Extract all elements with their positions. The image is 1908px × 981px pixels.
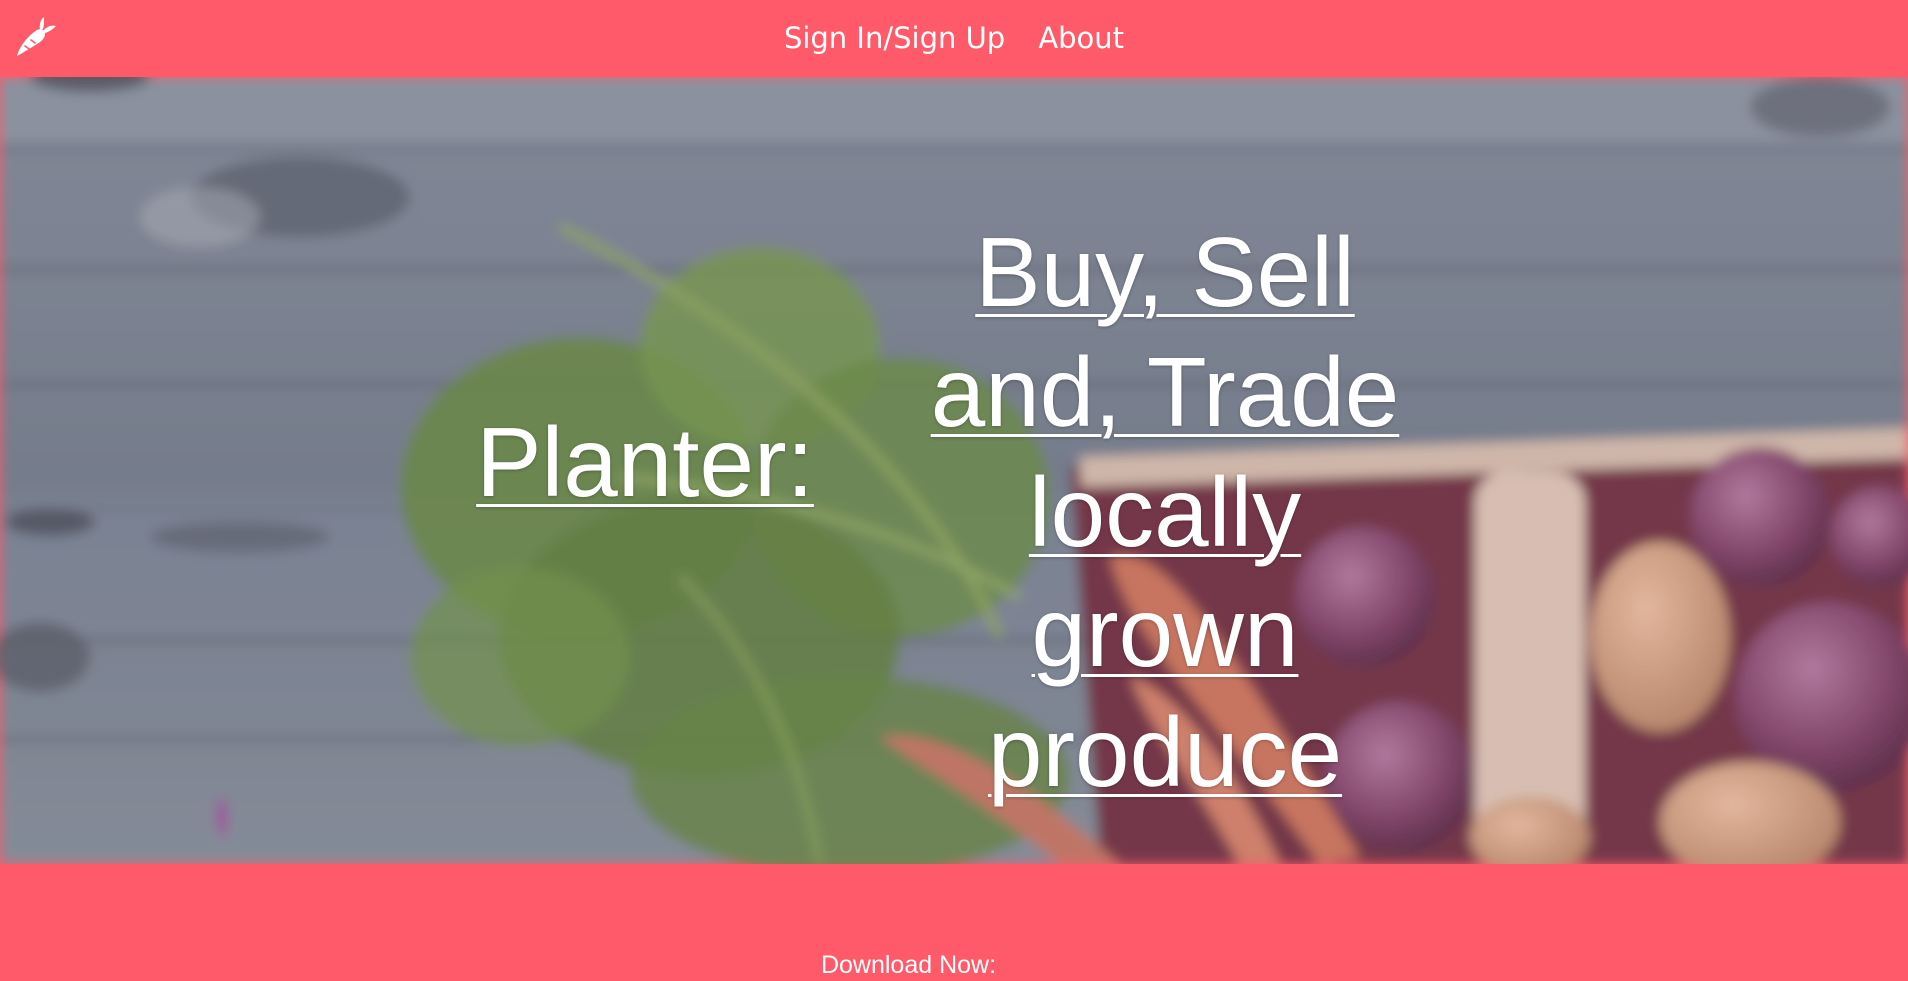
footer: Download Now: xyxy=(0,864,1908,981)
nav-sign-in-sign-up[interactable]: Sign In/Sign Up xyxy=(784,19,1005,57)
hero-section: Planter: Buy, Sell and, Trade locally gr… xyxy=(0,77,1908,864)
navbar: Sign In/Sign Up About xyxy=(0,0,1908,77)
brand-title[interactable]: Planter: xyxy=(470,402,820,522)
nav-about[interactable]: About xyxy=(1038,19,1124,57)
hero-tagline[interactable]: Buy, Sell and, Trade locally grown produ… xyxy=(900,212,1430,812)
nav-links: Sign In/Sign Up About xyxy=(0,19,1908,57)
download-label: Download Now: xyxy=(820,951,997,979)
